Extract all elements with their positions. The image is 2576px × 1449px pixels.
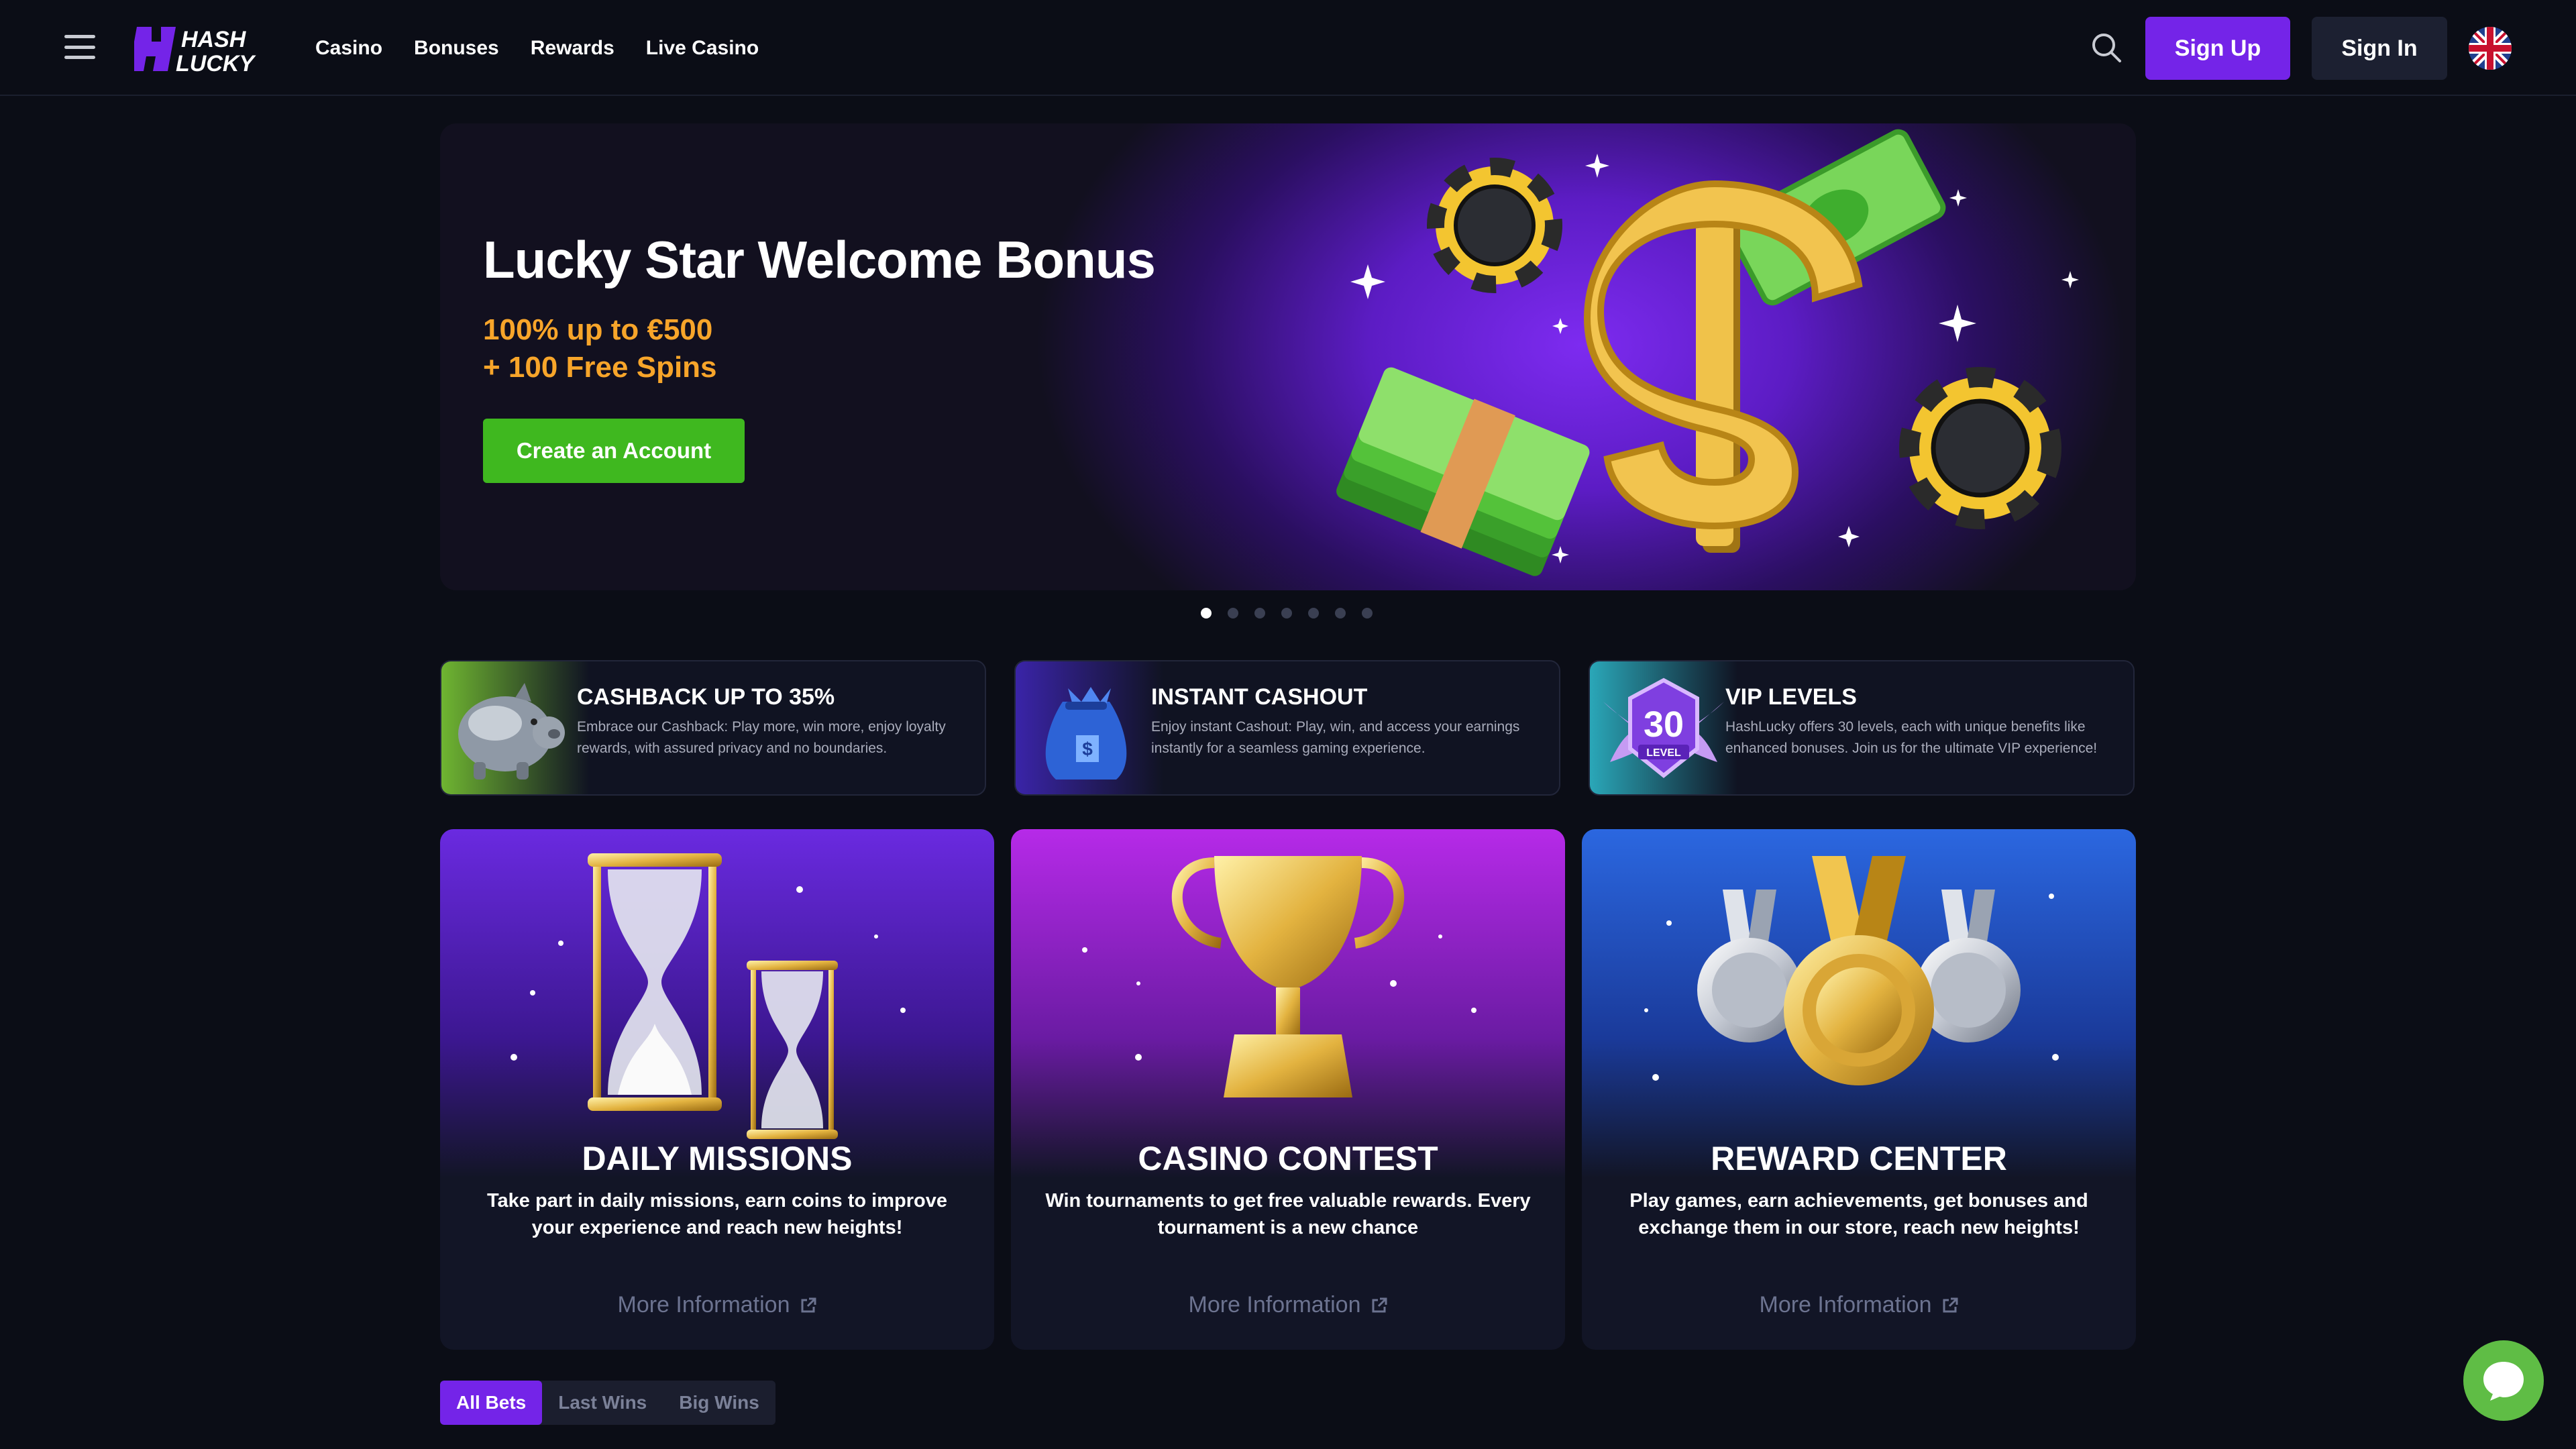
sign-up-button[interactable]: Sign Up [2145, 17, 2290, 80]
promo-title: INSTANT CASHOUT [1151, 684, 1368, 710]
external-link-icon [1943, 1297, 1957, 1312]
svg-text:$: $ [1082, 739, 1093, 759]
feature-title: CASINO CONTEST [1138, 1140, 1438, 1177]
feature-description: Play games, earn achievements, get bonus… [1629, 1190, 2088, 1238]
create-account-button[interactable]: Create an Account [483, 419, 745, 483]
feature-title: REWARD CENTER [1711, 1140, 2007, 1177]
main-nav: Casino Bonuses Rewards Live Casino [315, 0, 759, 96]
carousel-dot[interactable] [1335, 608, 1346, 619]
uk-flag-icon[interactable] [2469, 27, 2512, 70]
nav-live-casino[interactable]: Live Casino [646, 37, 759, 60]
promo-title: VIP LEVELS [1725, 684, 1857, 710]
tab-all-bets[interactable]: All Bets [440, 1381, 543, 1425]
promo-title: CASHBACK UP TO 35% [577, 684, 835, 710]
vip-level-label: LEVEL [1646, 747, 1681, 759]
hero-banner[interactable]: Lucky Star Welcome Bonus 100% up to €500… [440, 123, 2136, 590]
vip-level-number: 30 [1644, 704, 1684, 745]
carousel-dots [1201, 608, 1373, 619]
more-information-link[interactable]: More Information [1582, 1292, 2136, 1318]
more-information-link[interactable]: More Information [1011, 1292, 1565, 1318]
carousel-dot[interactable] [1308, 608, 1319, 619]
live-chat-button[interactable] [2463, 1340, 2544, 1421]
bets-tabs: All Bets Last Wins Big Wins [440, 1381, 775, 1425]
logo-text-lucky: LUCKY [176, 51, 256, 74]
promo-card-instant-cashout[interactable]: $ INSTANT CASHOUT Enjoy instant Cashout:… [1014, 660, 1560, 796]
carousel-dot[interactable] [1201, 608, 1212, 619]
promo-description: HashLucky offers 30 levels, each with un… [1725, 719, 2098, 756]
more-information-link[interactable]: More Information [440, 1292, 994, 1318]
sign-in-button[interactable]: Sign In [2312, 17, 2447, 80]
vip-badge-icon: 30 LEVEL [1590, 661, 1737, 794]
hero-subtitle: 100% up to €500 + 100 Free Spins [483, 311, 717, 386]
promo-description: Embrace our Cashback: Play more, win mor… [577, 719, 946, 756]
piggy-bank-icon [441, 661, 589, 794]
promo-description: Enjoy instant Cashout: Play, win, and ac… [1151, 719, 1520, 756]
feature-card-reward-center[interactable]: REWARD CENTER Play games, earn achieveme… [1582, 829, 2136, 1350]
feature-description: Win tournaments to get free valuable rew… [1045, 1190, 1531, 1238]
money-bag-icon: $ [1016, 661, 1163, 794]
carousel-dot[interactable] [1228, 608, 1238, 619]
chat-bubble-icon [2483, 1362, 2524, 1401]
hourglass-icon [440, 829, 994, 1178]
link-label: More Information [1188, 1292, 1361, 1318]
external-link-icon [801, 1297, 816, 1312]
tab-big-wins[interactable]: Big Wins [663, 1381, 775, 1425]
feature-title: DAILY MISSIONS [582, 1140, 853, 1177]
nav-rewards[interactable]: Rewards [531, 37, 614, 60]
feature-card-casino-contest[interactable]: CASINO CONTEST Win tournaments to get fr… [1011, 829, 1565, 1350]
carousel-dot[interactable] [1254, 608, 1265, 619]
external-link-icon [1372, 1297, 1387, 1312]
menu-icon[interactable] [64, 35, 95, 59]
carousel-dot[interactable] [1281, 608, 1292, 619]
medals-icon [1582, 829, 2136, 1178]
link-label: More Information [1759, 1292, 1932, 1318]
tab-last-wins[interactable]: Last Wins [542, 1381, 663, 1425]
logo-text-hash: HASH [181, 27, 247, 52]
hero-bonus-amount: 100% up to €500 [483, 313, 713, 346]
feature-card-daily-missions[interactable]: DAILY MISSIONS Take part in daily missio… [440, 829, 994, 1350]
promo-card-cashback[interactable]: CASHBACK UP TO 35% Embrace our Cashback:… [440, 660, 986, 796]
top-header: HASH LUCKY Casino Bonuses Rewards Live C… [0, 0, 2576, 96]
trophy-icon [1011, 829, 1565, 1178]
hero-free-spins: + 100 Free Spins [483, 351, 717, 384]
search-icon[interactable] [2089, 30, 2124, 65]
hero-title: Lucky Star Welcome Bonus [483, 230, 1156, 289]
nav-bonuses[interactable]: Bonuses [414, 37, 499, 60]
hashlucky-logo[interactable]: HASH LUCKY [134, 24, 278, 74]
promo-card-vip-levels[interactable]: 30 LEVEL VIP LEVELS HashLucky offers 30 … [1589, 660, 2135, 796]
link-label: More Information [617, 1292, 790, 1318]
feature-description: Take part in daily missions, earn coins … [486, 1190, 947, 1238]
carousel-dot[interactable] [1362, 608, 1373, 619]
nav-casino[interactable]: Casino [315, 37, 382, 60]
